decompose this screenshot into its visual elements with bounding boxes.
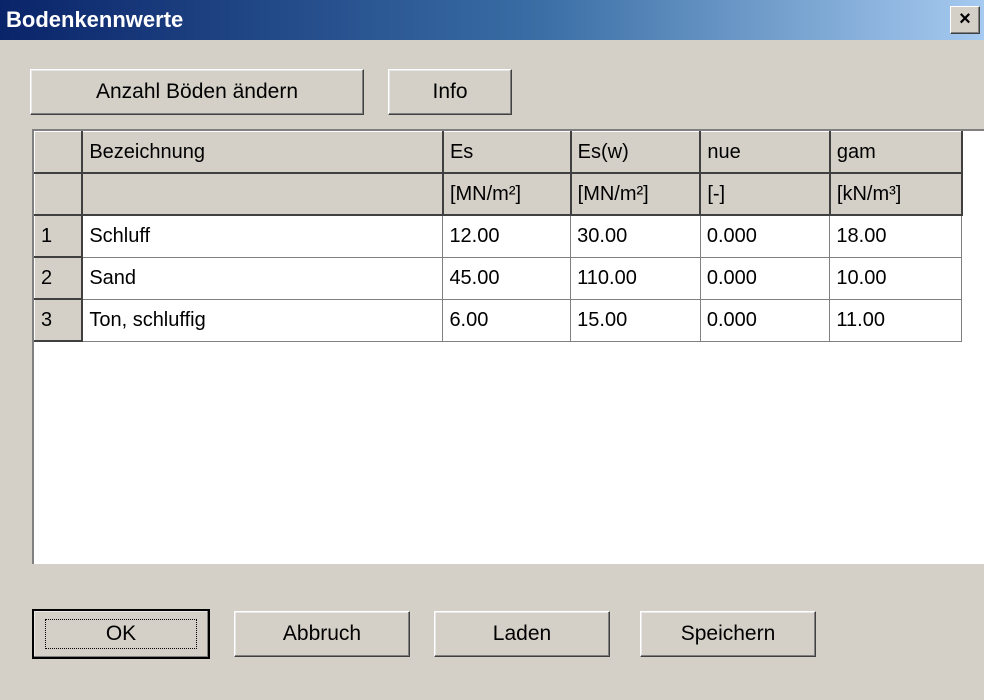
cell-name[interactable]: Ton, schluffig <box>81 298 444 342</box>
load-button[interactable]: Laden <box>434 611 610 657</box>
info-button[interactable]: Info <box>388 69 512 115</box>
cell-esw[interactable]: 30.00 <box>570 214 701 258</box>
header-es[interactable]: Es <box>442 131 572 174</box>
change-soil-count-button[interactable]: Anzahl Böden ändern <box>30 69 364 115</box>
cell-gam[interactable]: 11.00 <box>829 298 963 342</box>
header-nue[interactable]: nue <box>699 131 831 174</box>
info-label: Info <box>432 80 468 103</box>
filler-cell <box>962 299 984 341</box>
cell-nue[interactable]: 0.000 <box>699 256 831 300</box>
corner-cell <box>34 172 84 216</box>
unit-gam: [kN/m³] <box>829 172 963 216</box>
corner-cell <box>34 131 84 174</box>
change-soil-count-label: Anzahl Böden ändern <box>96 80 298 103</box>
unit-nue: [-] <box>699 172 831 216</box>
save-label: Speichern <box>680 622 776 645</box>
ok-label: OK <box>44 619 198 649</box>
filler-cell <box>962 257 984 299</box>
filler-cell <box>962 132 984 174</box>
cancel-label: Abbruch <box>282 622 362 645</box>
row-number[interactable]: 3 <box>34 298 84 342</box>
cell-esw[interactable]: 15.00 <box>570 298 701 342</box>
close-button[interactable]: × <box>950 6 980 34</box>
header-bezeichnung[interactable]: Bezeichnung <box>81 131 444 174</box>
soil-grid[interactable]: Bezeichnung Es Es(w) nue gam [MN/m²] [MN… <box>32 129 984 564</box>
save-button[interactable]: Speichern <box>640 611 816 657</box>
filler-cell <box>962 173 984 215</box>
cell-esw[interactable]: 110.00 <box>570 256 701 300</box>
cell-nue[interactable]: 0.000 <box>699 214 831 258</box>
row-number[interactable]: 1 <box>34 214 84 258</box>
cell-es[interactable]: 12.00 <box>442 214 572 258</box>
title-bar: Bodenkennwerte × <box>0 0 984 40</box>
cell-name[interactable]: Schluff <box>81 214 444 258</box>
close-icon: × <box>959 8 971 30</box>
unit-bezeichnung <box>81 172 444 216</box>
cell-nue[interactable]: 0.000 <box>699 298 831 342</box>
header-gam[interactable]: gam <box>829 131 963 174</box>
unit-esw: [MN/m²] <box>570 172 702 216</box>
window-title: Bodenkennwerte <box>6 7 184 32</box>
table-row: 3 Ton, schluffig 6.00 15.00 0.000 11.00 <box>34 298 984 342</box>
soil-table: Bezeichnung Es Es(w) nue gam [MN/m²] [MN… <box>34 131 984 342</box>
filler-cell <box>962 215 984 257</box>
cell-es[interactable]: 6.00 <box>442 298 572 342</box>
load-label: Laden <box>492 622 552 645</box>
cell-es[interactable]: 45.00 <box>442 256 572 300</box>
cancel-button[interactable]: Abbruch <box>234 611 410 657</box>
table-row: 2 Sand 45.00 110.00 0.000 10.00 <box>34 256 984 300</box>
cell-name[interactable]: Sand <box>81 256 444 300</box>
cell-gam[interactable]: 18.00 <box>829 214 963 258</box>
row-number[interactable]: 2 <box>34 256 84 300</box>
unit-es: [MN/m²] <box>442 172 572 216</box>
cell-gam[interactable]: 10.00 <box>829 256 963 300</box>
table-row: 1 Schluff 12.00 30.00 0.000 18.00 <box>34 214 984 258</box>
ok-button[interactable]: OK <box>32 609 210 659</box>
header-row: Bezeichnung Es Es(w) nue gam <box>34 131 984 174</box>
unit-row: [MN/m²] [MN/m²] [-] [kN/m³] <box>34 172 984 216</box>
header-esw[interactable]: Es(w) <box>570 131 702 174</box>
